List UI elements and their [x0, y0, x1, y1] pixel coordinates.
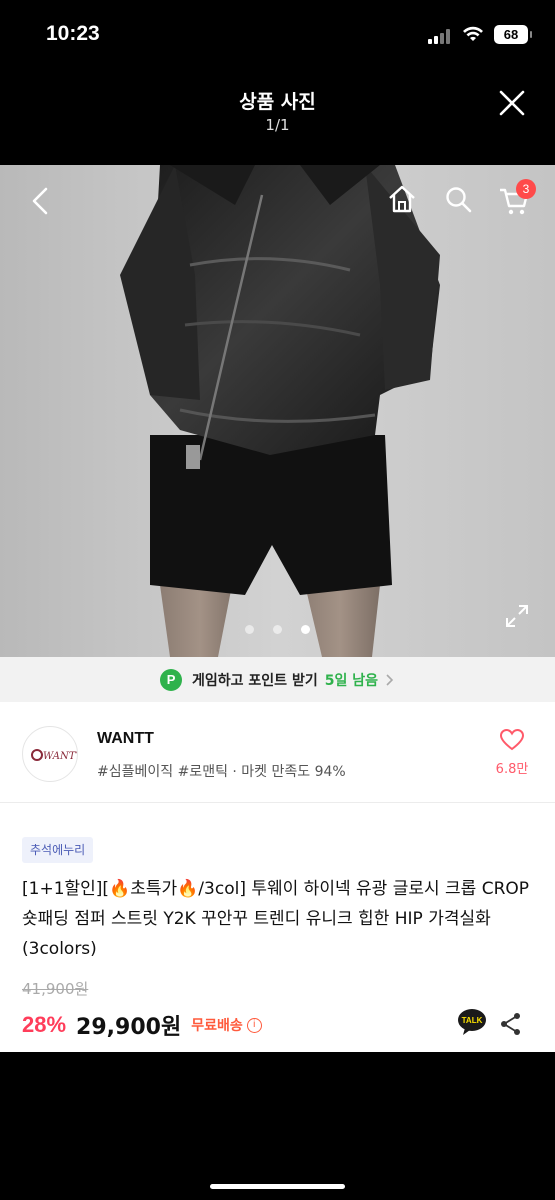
status-time: 10:23: [46, 22, 100, 45]
svg-text:WANTT: WANTT: [43, 751, 78, 762]
back-arrow-icon[interactable]: [28, 185, 52, 217]
jacket-photo-illustration: [0, 165, 555, 657]
cellular-signal-icon: [428, 28, 454, 44]
status-bar: 10:23 68: [0, 0, 555, 70]
carousel-dot[interactable]: [273, 625, 282, 634]
game-days-remaining: 5일 남음: [324, 672, 378, 689]
talk-label: TALK: [462, 1016, 483, 1025]
price-row: 28% 29,900원 무료배송 i: [22, 1010, 262, 1040]
product-photo[interactable]: [0, 165, 555, 657]
point-icon: P: [160, 668, 183, 691]
game-point-banner[interactable]: P 게임하고 포인트 받기 5일 남음: [0, 657, 555, 702]
wantt-logo-icon: WANTT: [31, 749, 78, 762]
home-icon[interactable]: [386, 183, 418, 215]
search-icon[interactable]: [444, 185, 474, 215]
carousel-dots: [0, 619, 555, 638]
seller-tags: #심플베이직 #로맨틱 · 마켓 만족도 94%: [97, 764, 346, 780]
photo-viewer-header: 상품 사진 1/1: [0, 70, 555, 165]
share-icon[interactable]: [500, 1012, 522, 1036]
bottom-background: [0, 1052, 555, 1200]
product-title: [1+1할인][🔥초특가🔥/3col] 투웨이 하이넥 유광 글로시 크롭 CR…: [22, 879, 530, 959]
sale-price: 29,900원: [76, 1015, 182, 1040]
kakao-talk-icon[interactable]: TALK: [457, 1008, 487, 1036]
promo-badge: 추석에누리: [22, 837, 94, 863]
battery-icon: 68: [494, 25, 532, 44]
photo-counter: 1/1: [265, 116, 290, 134]
game-banner-text: 게임하고 포인트 받기: [192, 672, 318, 689]
home-indicator[interactable]: [210, 1184, 345, 1189]
carousel-dot[interactable]: [244, 625, 254, 634]
product-info-panel: WANTT WANTT #심플베이직 #로맨틱 · 마켓 만족도 94% 6.8…: [0, 702, 555, 1052]
close-icon[interactable]: [495, 86, 529, 120]
viewer-title: 상품 사진: [239, 91, 316, 113]
heart-icon: [499, 728, 525, 751]
original-price: 41,900원: [22, 980, 89, 998]
cart-count-badge: 3: [516, 179, 536, 199]
info-icon[interactable]: i: [246, 1017, 262, 1033]
like-count: 6.8만: [495, 762, 529, 777]
carousel-dot-active[interactable]: [301, 625, 311, 634]
seller-row[interactable]: WANTT WANTT #심플베이직 #로맨틱 · 마켓 만족도 94% 6.8…: [0, 702, 555, 803]
discount-rate: 28%: [22, 1012, 67, 1037]
free-shipping-label: 무료배송: [191, 1018, 243, 1034]
chevron-right-icon: [386, 673, 394, 686]
seller-name[interactable]: WANTT: [97, 730, 154, 748]
seller-logo[interactable]: WANTT: [22, 726, 78, 782]
wifi-icon: [463, 26, 483, 41]
like-button[interactable]: 6.8만: [488, 728, 536, 777]
